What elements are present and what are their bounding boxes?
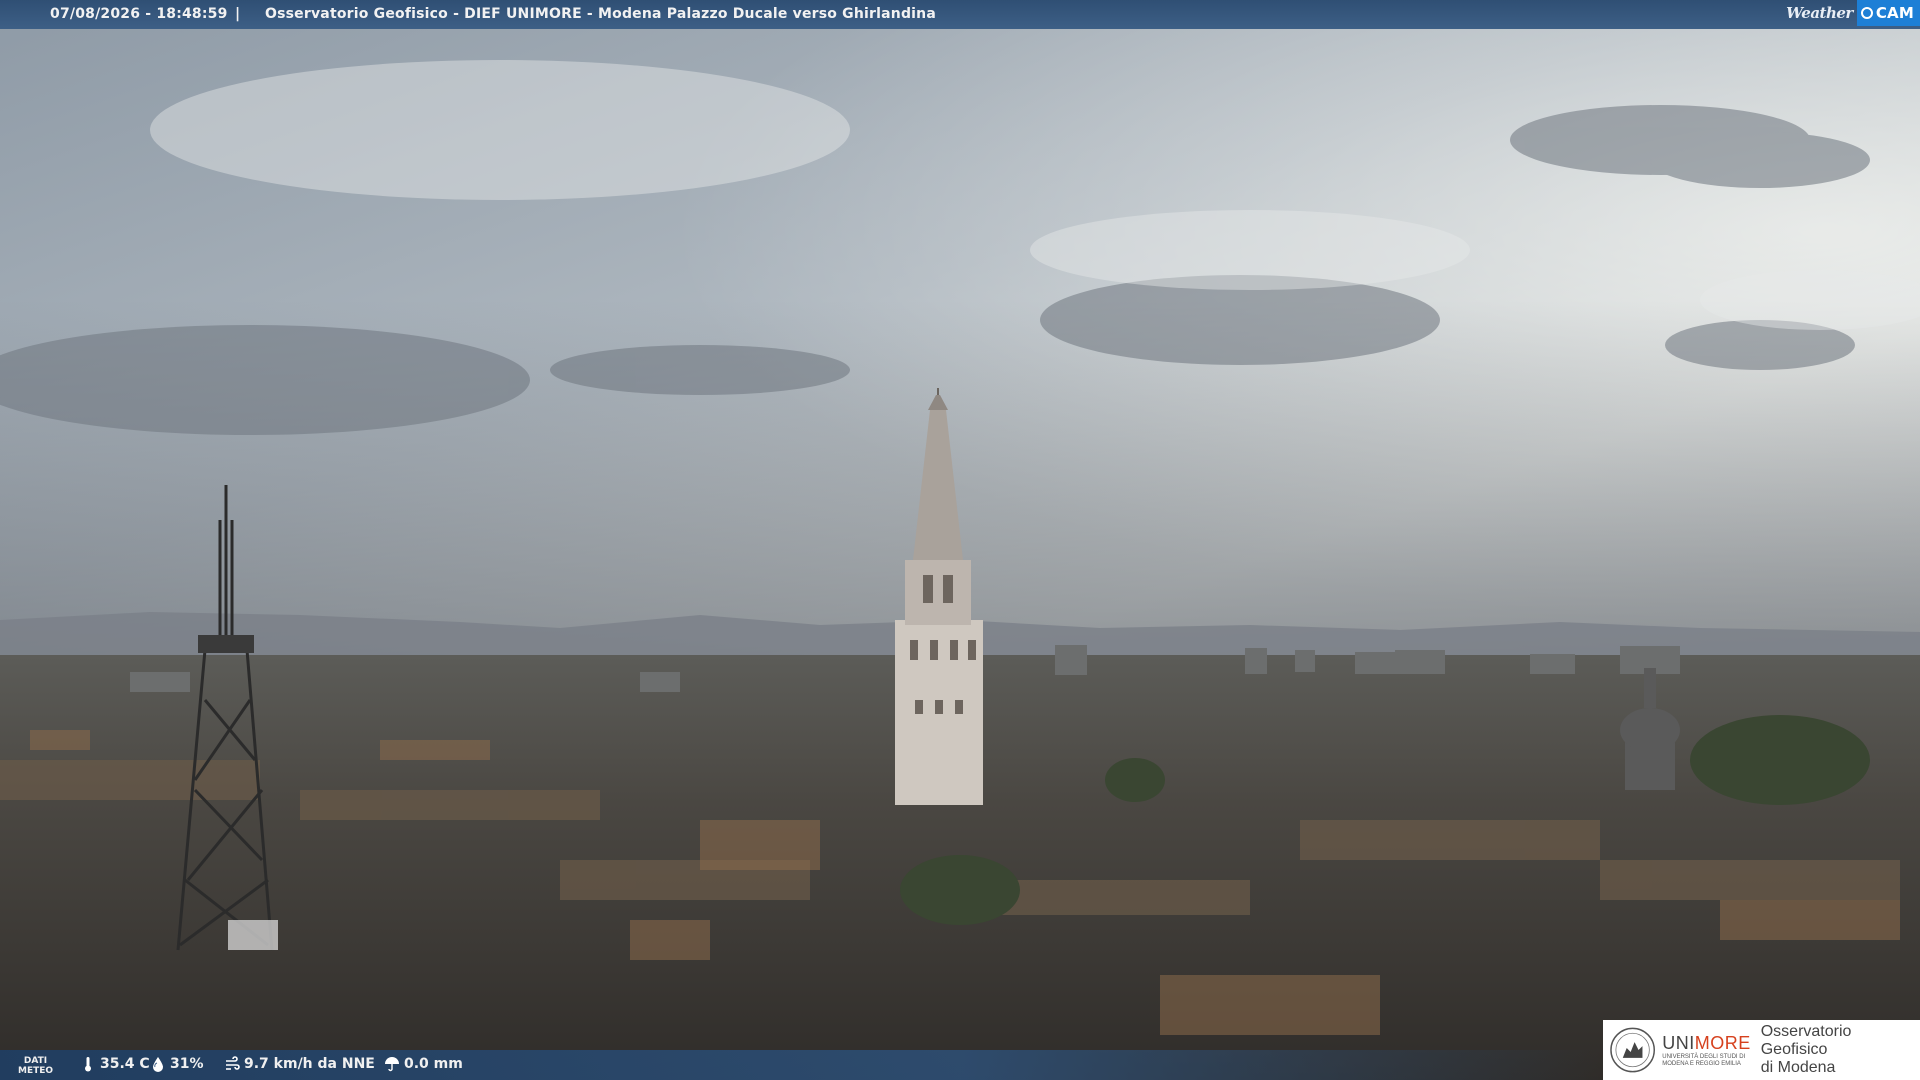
observatory-line2: di Modena xyxy=(1760,1059,1836,1076)
rain-umbrella-icon xyxy=(385,1057,399,1072)
temperature-readout: 35.4 C xyxy=(80,1056,150,1072)
wind-readout: 9.7 km/h da NNE xyxy=(224,1056,375,1072)
unimore-more: MORE xyxy=(1694,1032,1751,1053)
wind-icon xyxy=(226,1056,240,1070)
observatory-line1: Osservatorio Geofisico xyxy=(1760,1023,1852,1058)
thermometer-icon xyxy=(85,1057,91,1072)
weather-data-bar: DATI METEO 35.4 C 31% 9.7 km/h da NNE 0.… xyxy=(0,1050,1600,1080)
observatory-name: Osservatorio Geofisico di Modena xyxy=(1761,1023,1920,1077)
unimore-seal-icon xyxy=(1610,1027,1656,1073)
weather-label-line1: DATI xyxy=(23,1056,48,1066)
temperature-value: 35.4 C xyxy=(100,1056,150,1072)
unimore-brand: UNIMORE UNIVERSITÀ DEGLI STUDI DI MODENA… xyxy=(1662,1033,1751,1068)
camera-lens-icon xyxy=(1860,7,1873,19)
weathercam-logo: Weather CAM xyxy=(1780,0,1920,26)
humidity-readout: 31% xyxy=(150,1056,204,1072)
weathercam-cam-badge: CAM xyxy=(1856,0,1920,26)
weather-label-line2: METEO xyxy=(18,1066,54,1076)
unimore-subtitle-1: UNIVERSITÀ DEGLI STUDI DI xyxy=(1662,1053,1746,1060)
humidity-value: 31% xyxy=(170,1056,204,1072)
unimore-subtitle-2: MODENA E REGGIO EMILIA xyxy=(1662,1060,1741,1067)
rain-value: 0.0 mm xyxy=(404,1056,463,1072)
unimore-wordmark: UNIMORE xyxy=(1662,1033,1751,1054)
camera-title: Osservatorio Geofisico - DIEF UNIMORE - … xyxy=(265,6,936,22)
webcam-photo xyxy=(0,0,1920,1080)
unimore-logo-block: UNIMORE UNIVERSITÀ DEGLI STUDI DI MODENA… xyxy=(1603,1020,1920,1080)
humidity-drop-icon xyxy=(153,1057,163,1072)
separator: | xyxy=(235,6,241,22)
top-info-bar: 07/08/2026 - 18:48:59 | Osservatorio Geo… xyxy=(0,0,1920,29)
timestamp: 07/08/2026 - 18:48:59 xyxy=(50,6,228,22)
weathercam-cam: CAM xyxy=(1875,4,1914,22)
unimore-uni: UNI xyxy=(1662,1032,1695,1053)
wind-value: 9.7 km/h da NNE xyxy=(244,1056,375,1072)
weathercam-word: Weather xyxy=(1786,4,1853,22)
rain-readout: 0.0 mm xyxy=(384,1056,463,1072)
weather-label: DATI METEO xyxy=(18,1056,53,1076)
